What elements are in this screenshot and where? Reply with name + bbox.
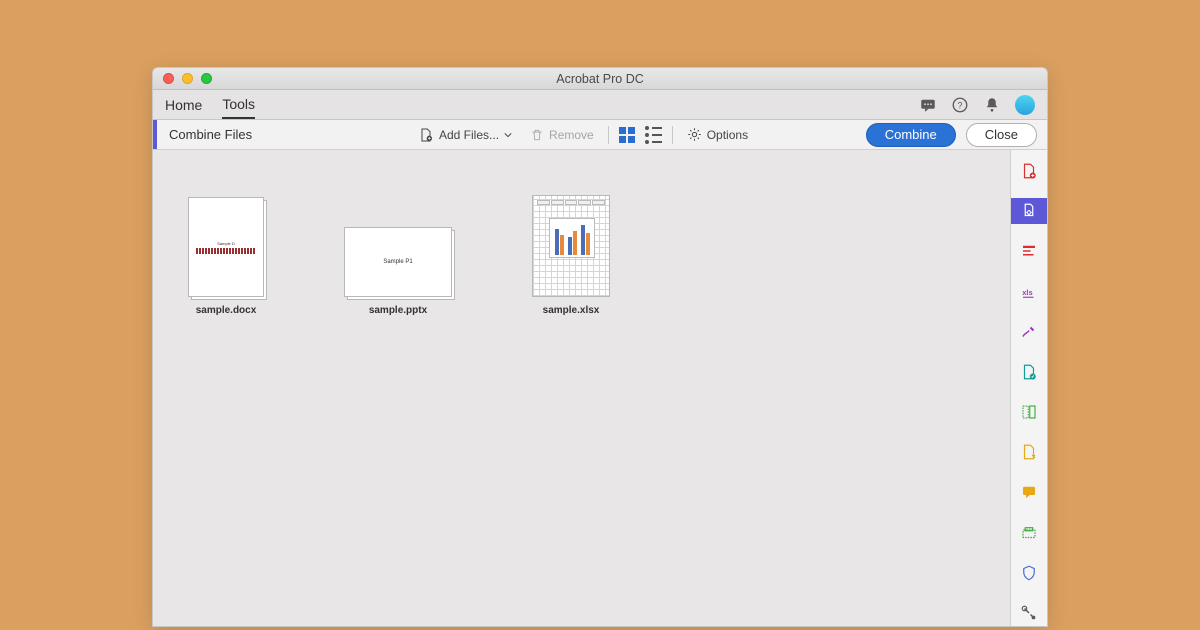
file-grid: Sample D sample.docx Sample P1 sample.	[153, 150, 1010, 361]
options-button[interactable]: Options	[683, 125, 752, 144]
file-item-docx[interactable]: Sample D sample.docx	[188, 197, 264, 316]
chart-icon	[549, 218, 595, 258]
add-files-label: Add Files...	[439, 128, 499, 142]
right-rail: xls	[1011, 150, 1047, 626]
file-label: sample.pptx	[369, 305, 427, 316]
file-label: sample.docx	[196, 305, 257, 316]
file-plus-icon	[418, 127, 434, 143]
grid-view-button[interactable]	[619, 127, 635, 143]
rail-fill-sign[interactable]	[1011, 359, 1047, 385]
close-window-button[interactable]	[163, 73, 174, 84]
trash-icon	[530, 128, 544, 142]
combine-button[interactable]: Combine	[866, 123, 956, 147]
rail-edit-pdf[interactable]	[1011, 238, 1047, 264]
avatar[interactable]	[1015, 95, 1035, 115]
help-icon[interactable]: ?	[951, 96, 969, 114]
rail-more-tools[interactable]	[1011, 600, 1047, 626]
rail-send-comments[interactable]	[1011, 439, 1047, 465]
close-button[interactable]: Close	[966, 123, 1037, 147]
chat-icon[interactable]	[919, 96, 937, 114]
close-label: Close	[985, 127, 1018, 142]
tab-tools[interactable]: Tools	[222, 90, 255, 119]
rail-combine-files[interactable]	[1011, 198, 1047, 224]
divider	[608, 126, 609, 144]
xlsx-thumbnail	[532, 195, 610, 297]
add-files-button[interactable]: Add Files...	[414, 125, 516, 145]
divider	[672, 126, 673, 144]
title-bar: Acrobat Pro DC	[153, 68, 1047, 90]
canvas[interactable]: Sample D sample.docx Sample P1 sample.	[153, 150, 1011, 626]
pptx-thumbnail: Sample P1	[344, 227, 452, 297]
minimize-window-button[interactable]	[182, 73, 193, 84]
rail-export-pdf[interactable]: xls	[1011, 279, 1047, 305]
toolbar: Combine Files Add Files... Remove Option…	[153, 120, 1047, 150]
svg-text:?: ?	[957, 100, 962, 110]
rail-organize[interactable]	[1011, 399, 1047, 425]
window-title: Acrobat Pro DC	[153, 72, 1047, 86]
rail-create-pdf[interactable]	[1011, 158, 1047, 184]
tab-home[interactable]: Home	[165, 90, 202, 119]
options-label: Options	[707, 128, 748, 142]
traffic-lights	[153, 73, 212, 84]
rail-sign[interactable]	[1011, 319, 1047, 345]
remove-button: Remove	[526, 126, 598, 144]
notifications-icon[interactable]	[983, 96, 1001, 114]
rail-scan[interactable]	[1011, 520, 1047, 546]
accent-bar	[153, 120, 157, 149]
rail-comment[interactable]	[1011, 479, 1047, 505]
combine-label: Combine	[885, 127, 937, 142]
maximize-window-button[interactable]	[201, 73, 212, 84]
rail-protect[interactable]	[1011, 560, 1047, 586]
file-item-xlsx[interactable]: sample.xlsx	[532, 195, 610, 316]
list-view-button[interactable]	[645, 126, 662, 144]
remove-label: Remove	[549, 128, 594, 142]
svg-text:xls: xls	[1022, 288, 1032, 297]
file-item-pptx[interactable]: Sample P1 sample.pptx	[344, 227, 452, 316]
gear-icon	[687, 127, 702, 142]
docx-thumbnail: Sample D	[188, 197, 264, 297]
app-window: Acrobat Pro DC Home Tools ? Combine File…	[152, 67, 1048, 627]
ppt-preview-title: Sample P1	[383, 259, 412, 265]
doc-preview-title: Sample D	[217, 241, 235, 246]
chevron-down-icon	[504, 131, 512, 139]
file-label: sample.xlsx	[543, 305, 600, 316]
toolbar-title: Combine Files	[169, 127, 404, 142]
content-wrap: Sample D sample.docx Sample P1 sample.	[153, 150, 1047, 626]
app-tabs-row: Home Tools ?	[153, 90, 1047, 120]
